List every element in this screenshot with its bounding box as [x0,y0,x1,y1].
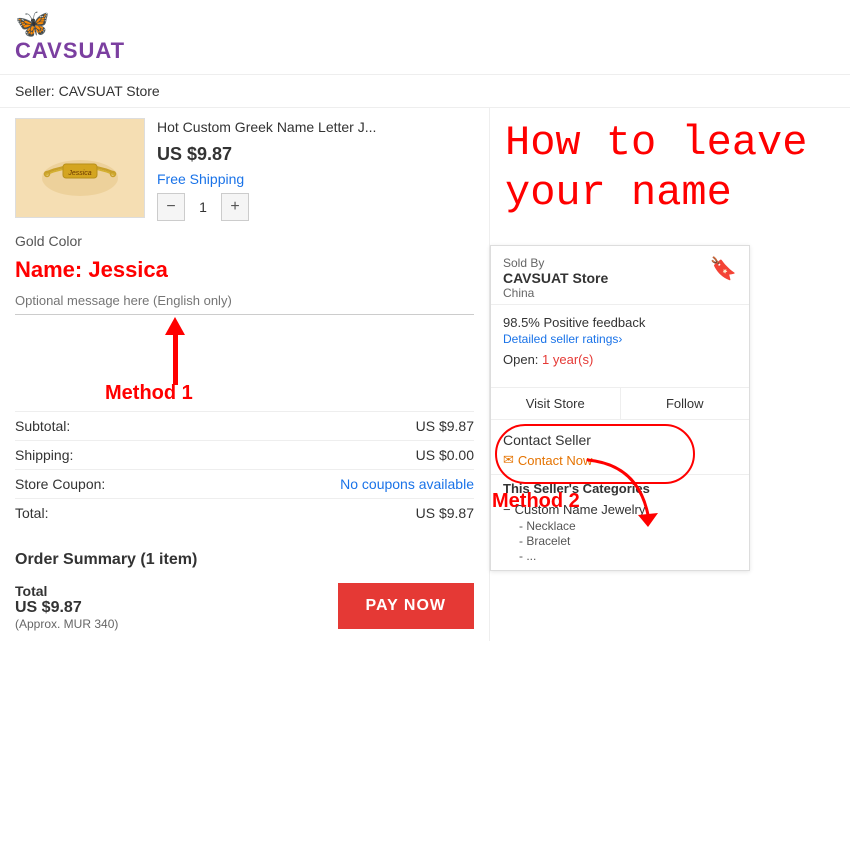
rating-label[interactable]: Detailed seller ratings› [503,332,737,346]
qty-controls: − 1 + [157,193,474,221]
how-to-line1: How to leave [505,118,835,168]
feedback-row: 98.5% Positive feedback [503,315,737,330]
arrow-shaft [173,335,178,385]
method2-area: Method 2 [492,490,580,513]
method2-arrow-svg [578,455,668,535]
message-input[interactable] [15,287,474,315]
open-row: Open: 1 year(s) [503,352,737,367]
method1-text: Method 1 [105,382,193,404]
qty-value: 1 [193,199,213,215]
color-label: Gold Color [15,233,474,249]
total-label: Total: [15,505,48,521]
open-years: 1 year(s) [542,352,593,367]
follow-button[interactable]: Follow [621,388,750,419]
product-price: US $9.87 [157,144,474,165]
category-sub-bracelet[interactable]: - Bracelet [503,534,737,548]
sold-by-label: Sold By [503,256,608,270]
product-details: Hot Custom Greek Name Letter J... US $9.… [157,118,474,221]
mail-icon: ✉ [503,452,514,468]
summary-total-row: Total US $9.87 (Approx. MUR 340) PAY NOW [15,583,474,631]
qty-plus-button[interactable]: + [221,193,249,221]
seller-info: Seller: CAVSUAT Store [0,75,850,108]
product-image: Jessica [15,118,145,218]
seller-card-header: Sold By CAVSUAT Store China 🔖 [491,246,749,304]
coupon-row: Store Coupon: No coupons available [15,469,474,498]
bookmark-icon: 🔖 [710,256,737,282]
total-value: US $9.87 [416,505,474,521]
how-to-line2: your name [505,168,835,218]
method2-label: Method 2 [492,490,580,512]
subtotal-value: US $9.87 [416,418,474,434]
shipping-row: Shipping: US $0.00 [15,440,474,469]
store-name-card: CAVSUAT Store [503,270,608,286]
name-annotation: Name: Jessica [15,257,474,283]
coupon-link[interactable]: No coupons available [340,476,474,492]
shipping-value: US $0.00 [416,447,474,463]
total-price: US $9.87 [15,599,118,617]
pay-now-button[interactable]: PAY NOW [338,583,475,629]
category-sub-more: - ... [503,549,737,563]
coupon-label: Store Coupon: [15,476,105,492]
open-label: Open: [503,352,542,367]
subtotal-row: Subtotal: US $9.87 [15,411,474,440]
total-row: Total: US $9.87 [15,498,474,527]
total-label: Total [15,583,118,599]
shipping-label: Shipping: [15,447,73,463]
contact-seller-title: Contact Seller [503,432,737,448]
header: 🦋 CAVSUAT [0,0,850,75]
total-approx: (Approx. MUR 340) [15,617,118,631]
seller-label: Seller: [15,83,55,99]
product-row: Jessica Hot Custom Greek Name Letter J..… [15,118,474,221]
arrow-head-up [165,317,185,335]
order-summary: Order Summary (1 item) Total US $9.87 (A… [15,541,474,631]
method1-label: Method 1 [105,382,193,405]
svg-text:Jessica: Jessica [67,170,91,177]
method1-arrow [165,317,185,385]
store-country: China [503,286,608,300]
seller-name: CAVSUAT Store [59,83,160,99]
logo-area: 🦋 CAVSUAT [15,10,125,64]
logo-text: CAVSUAT [15,38,125,64]
how-to-title: How to leave your name [505,118,835,219]
left-panel: Jessica Hot Custom Greek Name Letter J..… [0,108,490,641]
logo-icon: 🦋 [15,10,50,38]
seller-action-row: Visit Store Follow [491,387,749,420]
subtotal-label: Subtotal: [15,418,70,434]
order-summary-title: Order Summary (1 item) [15,551,474,569]
summary-total-left: Total US $9.87 (Approx. MUR 340) [15,583,118,631]
seller-card-body: 98.5% Positive feedback Detailed seller … [491,304,749,381]
sold-by-info: Sold By CAVSUAT Store China [503,256,608,300]
product-title: Hot Custom Greek Name Letter J... [157,118,474,138]
qty-minus-button[interactable]: − [157,193,185,221]
free-shipping: Free Shipping [157,171,474,187]
visit-store-button[interactable]: Visit Store [491,388,621,419]
